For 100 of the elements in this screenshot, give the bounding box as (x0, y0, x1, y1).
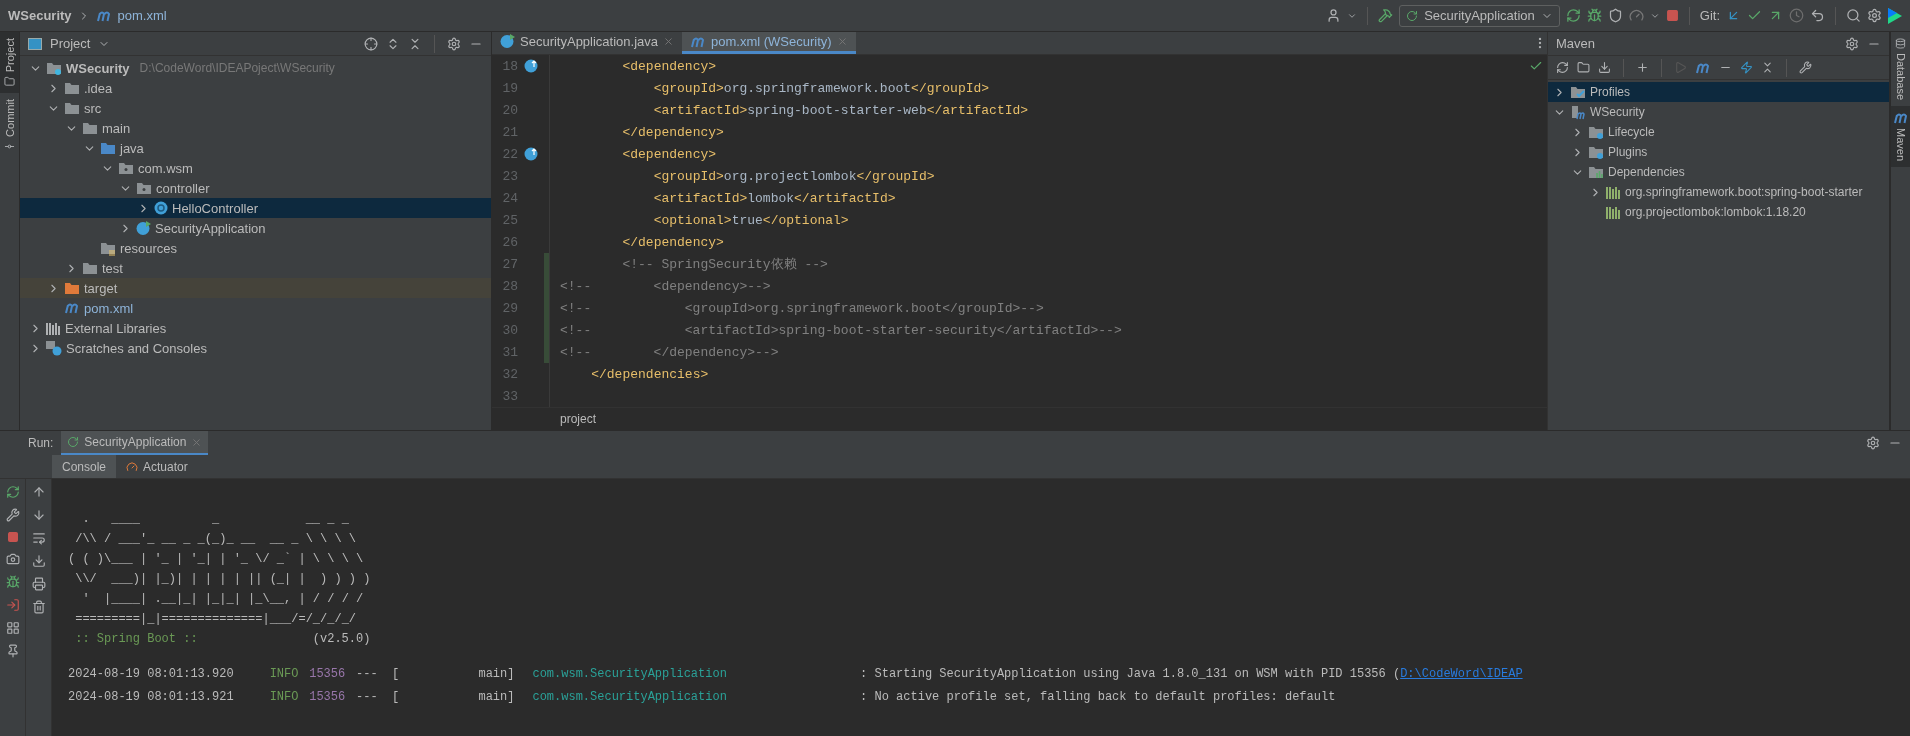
tree-item[interactable]: Dependencies (1548, 162, 1889, 182)
run-label: Run: (28, 436, 54, 450)
tree-label: resources (120, 240, 178, 256)
tree-item[interactable]: Lifecycle (1548, 122, 1889, 142)
settings-icon[interactable] (1845, 36, 1859, 51)
undo-icon[interactable] (1810, 8, 1825, 23)
camera-icon[interactable] (5, 552, 20, 566)
folder-icon[interactable] (1577, 61, 1590, 74)
tool-window-tab[interactable]: Project (0, 32, 19, 94)
tree-item[interactable]: com.wsm (20, 158, 491, 178)
tree-item[interactable]: HelloController (20, 198, 491, 218)
user-icon[interactable] (1326, 8, 1342, 23)
pin-icon[interactable] (5, 644, 20, 658)
maven-icon (64, 302, 80, 314)
lightning-icon[interactable] (1740, 61, 1753, 74)
stop-icon[interactable] (6, 531, 19, 543)
spring-boot-label: :: Spring Boot :: (75, 631, 199, 648)
collapse-all-icon[interactable] (1761, 61, 1774, 74)
tree-item[interactable]: resources (20, 238, 491, 258)
tree-item[interactable]: .idea (20, 78, 491, 98)
layout-icon[interactable] (5, 621, 20, 635)
crosshair-icon[interactable] (364, 36, 378, 51)
rerun-icon[interactable] (5, 485, 20, 499)
hammer-icon[interactable] (1378, 8, 1394, 23)
tab-label: Project (3, 38, 16, 73)
tree-item[interactable]: java (20, 138, 491, 158)
library-icon (1606, 205, 1621, 219)
editor-tab[interactable]: SecurityApplication.java (492, 32, 683, 54)
code-line: <!-- <artifactId>spring-boot-starter-security</artifactId>--> (560, 322, 1122, 338)
trash-icon[interactable] (31, 600, 46, 614)
tab-label: pom.xml (WSecurity) (711, 34, 832, 49)
actuator-icon (126, 460, 139, 473)
tool-window-tab[interactable]: Maven (1891, 106, 1910, 168)
settings-icon[interactable] (447, 36, 461, 51)
tree-item[interactable]: External Libraries (20, 318, 491, 338)
line-number: 27 (501, 256, 518, 272)
class-icon (154, 201, 168, 215)
tree-item[interactable]: target (20, 278, 491, 298)
panel-title: Maven (1556, 36, 1596, 51)
tree-label: SecurityApplication (155, 220, 266, 236)
tree-item[interactable]: Profiles (1548, 82, 1889, 102)
settings-icon[interactable] (1866, 436, 1880, 450)
code-line: <groupId>org.springframework.boot</groupId> (652, 80, 990, 96)
tree-item[interactable]: src (20, 98, 491, 118)
tree-item[interactable]: Scratches and Consoles (20, 338, 491, 358)
console-tab[interactable]: Console (52, 455, 117, 478)
tool-window-tab[interactable]: Commit (0, 93, 19, 159)
tree-item[interactable]: Plugins (1548, 142, 1889, 162)
exit-icon[interactable] (5, 598, 20, 612)
search-icon[interactable] (1846, 8, 1861, 23)
tree-item[interactable]: org.springframework.boot:spring-boot-starter (1548, 182, 1889, 202)
run-tab[interactable]: SecurityApplication (61, 431, 209, 455)
panel-title[interactable]: Project (50, 36, 91, 51)
bug-icon[interactable] (1586, 8, 1602, 23)
close-icon[interactable] (663, 36, 675, 47)
library-icon (1606, 185, 1621, 199)
tree-item[interactable]: controller (20, 178, 491, 198)
tree-item[interactable]: SecurityApplication (20, 218, 491, 238)
stop-icon[interactable] (1665, 9, 1679, 22)
breadcrumb-item[interactable]: project (560, 412, 597, 426)
scroll-to-end-icon[interactable] (31, 554, 46, 568)
download-icon[interactable] (1598, 61, 1611, 74)
wrap-icon[interactable] (31, 531, 46, 545)
plus-icon[interactable] (1636, 61, 1649, 74)
breadcrumb-item[interactable]: WSecurity (8, 8, 72, 23)
tree-item[interactable]: test (20, 258, 491, 278)
arrow-down-icon[interactable] (31, 508, 46, 522)
log-message: : No active profile set, falling back to default profiles: default (860, 689, 1336, 706)
collapse-all-icon[interactable] (408, 36, 422, 51)
tree-item[interactable]: WSecurity D:\CodeWord\IDEAPoject\WSecurity (20, 58, 491, 78)
tab-label: SecurityApplication.java (520, 34, 659, 49)
tree-item[interactable]: WSecurity (1548, 102, 1889, 122)
tool-window-tab[interactable]: Database (1891, 32, 1910, 107)
folder-icon (82, 121, 98, 135)
tree-label: main (102, 120, 131, 136)
bug-icon[interactable] (5, 575, 20, 589)
tree-item[interactable]: org.projectlombok:lombok:1.18.20 (1548, 202, 1889, 222)
override-marker-icon[interactable] (524, 59, 538, 73)
editor-tab[interactable]: pom.xml (WSecurity) (682, 32, 856, 54)
banner-line: ( ( )\___ | '_ | '_| | '_ \/ _` | \ \ \ \ (68, 551, 365, 568)
maven-icon (1892, 112, 1909, 125)
rerun-icon[interactable] (1565, 8, 1581, 23)
log-pid: 15356 (309, 666, 347, 683)
app-logo-icon[interactable] (1888, 7, 1902, 24)
reload-icon[interactable] (1556, 61, 1569, 74)
run-configuration-dropdown[interactable]: SecurityApplication (1399, 4, 1560, 27)
folder-icon (4, 76, 15, 88)
tree-item[interactable]: pom.xml (20, 298, 491, 318)
file-link[interactable]: D:\CodeWord\IDEAP (1400, 663, 1523, 686)
wrench-icon[interactable] (1799, 61, 1812, 74)
console-tab[interactable]: Actuator (116, 455, 198, 478)
gauge-icon[interactable] (1628, 8, 1644, 23)
print-icon[interactable] (31, 577, 46, 591)
tree-item[interactable]: main (20, 118, 491, 138)
line-number: 19 (501, 80, 518, 96)
override-marker-icon[interactable] (524, 147, 538, 161)
wrench-icon[interactable] (5, 508, 20, 522)
log-time: 2024-08-19 08:01:13.920 (68, 666, 235, 683)
settings-icon[interactable] (1867, 8, 1882, 23)
breadcrumb-item[interactable]: pom.xml (117, 8, 167, 23)
